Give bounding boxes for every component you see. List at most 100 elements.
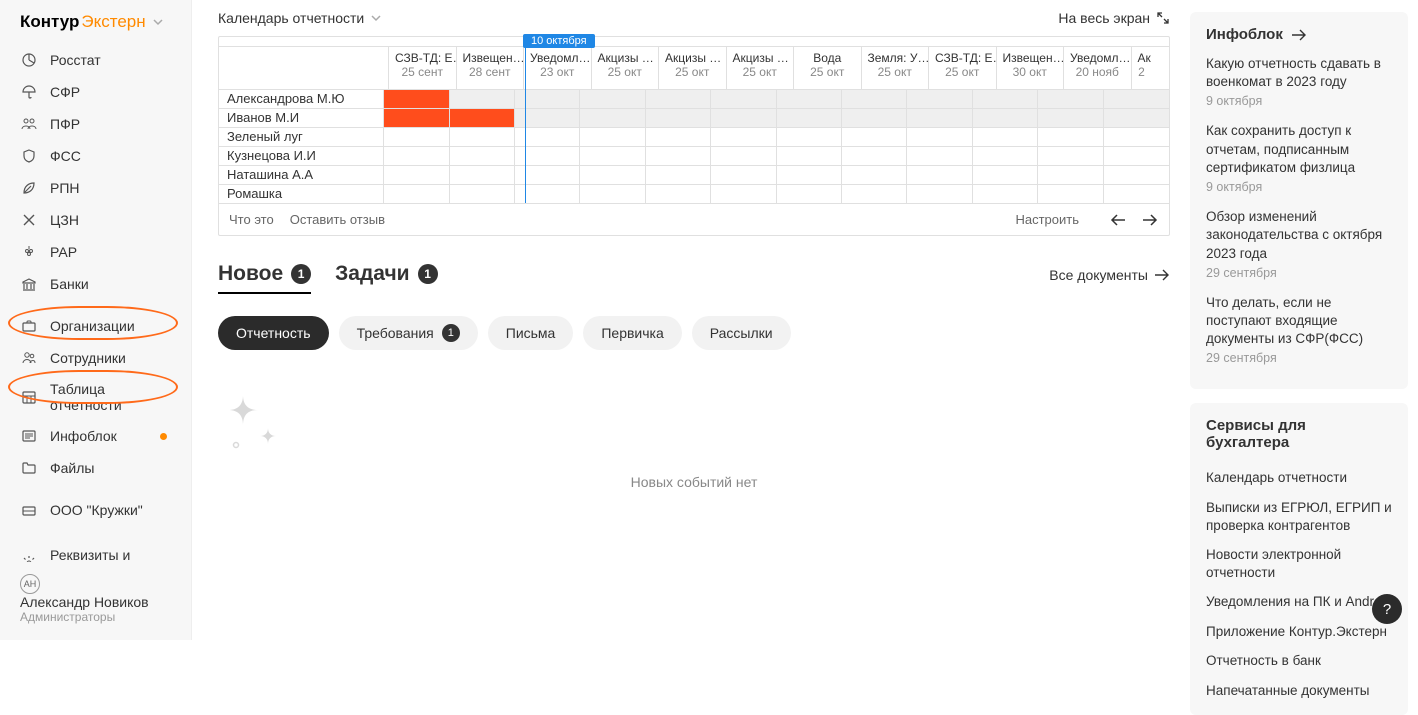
what-is-link[interactable]: Что это (229, 212, 274, 227)
grapes-icon (20, 243, 38, 261)
right-column: Инфоблок Какую отчетность сдавать в воен… (1190, 0, 1418, 640)
tab-count-badge: 1 (291, 264, 311, 284)
notification-dot (160, 433, 167, 440)
nav-sfr[interactable]: СФР (0, 76, 191, 108)
chevron-down-icon (152, 16, 164, 28)
service-link[interactable]: Напечатанные документы (1206, 676, 1392, 706)
nav-pfr[interactable]: ПФР (0, 108, 191, 140)
suitcase-icon (20, 501, 38, 519)
nav-label: РПН (50, 180, 80, 196)
user-name: Александр Новиков (20, 594, 149, 610)
nav-settings[interactable]: Реквизиты и настройки (0, 540, 191, 562)
empty-text: Новых событий нет (218, 474, 1170, 490)
nav-current-org[interactable]: ООО "Кружки" (0, 494, 191, 526)
calendar-row: Зеленый луг (219, 127, 1169, 146)
bank-icon (20, 275, 38, 293)
feedback-link[interactable]: Оставить отзыв (290, 212, 385, 227)
nav-infoblock[interactable]: Инфоблок (0, 420, 191, 452)
nav-label: СФР (50, 84, 80, 100)
tools-icon (20, 211, 38, 229)
nav-label: Банки (50, 276, 89, 292)
arrow-right-icon (1154, 269, 1170, 281)
filter-reporting[interactable]: Отчетность (218, 316, 329, 350)
service-link[interactable]: Выписки из ЕГРЮЛ, ЕГРИП и проверка контр… (1206, 493, 1392, 540)
news-item[interactable]: Какую отчетность сдавать в военкомат в 2… (1206, 55, 1392, 108)
filter-badge: 1 (442, 324, 460, 342)
nav-label: Росстат (50, 52, 101, 68)
service-link[interactable]: Календарь отчетности (1206, 463, 1392, 493)
row-name: Наташина А.А (219, 166, 384, 184)
tabs-row: Новое 1 Задачи 1 Все документы (218, 262, 1170, 300)
nav-label: Файлы (50, 460, 94, 476)
calendar-column-header: Извещен…28 сент (457, 47, 525, 89)
calendar-corner (219, 47, 389, 89)
chevron-down-icon (370, 12, 382, 24)
calendar-footer: Что это Оставить отзыв Настроить (219, 203, 1169, 235)
tab-new[interactable]: Новое 1 (218, 262, 311, 294)
logo[interactable]: Контур Экстерн (0, 8, 191, 44)
empty-state: Новых событий нет (218, 350, 1170, 510)
nav-rar[interactable]: РАР (0, 236, 191, 268)
chart-icon (20, 51, 38, 69)
infoblock-card: Инфоблок Какую отчетность сдавать в воен… (1190, 12, 1408, 389)
configure-link[interactable]: Настроить (1015, 212, 1079, 227)
gear-icon (20, 554, 38, 562)
nav-employees[interactable]: Сотрудники (0, 342, 191, 374)
calendar-column-header: Ак2 (1132, 47, 1152, 89)
nav-files[interactable]: Файлы (0, 452, 191, 484)
nav-label: Организации (50, 318, 135, 334)
nav-label: Инфоблок (50, 428, 117, 444)
calendar-column-header: Извещен…30 окт (997, 47, 1065, 89)
filter-mailings[interactable]: Рассылки (692, 316, 791, 350)
filter-primary[interactable]: Первичка (583, 316, 681, 350)
calendar-title-dropdown[interactable]: Календарь отчетности (218, 10, 382, 26)
user-role: Администраторы (20, 610, 149, 624)
infoblock-title[interactable]: Инфоблок (1206, 26, 1392, 43)
service-link[interactable]: Новости электронной отчетности (1206, 540, 1392, 587)
nav-rpn[interactable]: РПН (0, 172, 191, 204)
user-block[interactable]: АН Александр Новиков Администраторы (0, 562, 191, 640)
filter-demands[interactable]: Требования1 (339, 316, 478, 350)
calendar-column-header: Акцизы …25 окт (659, 47, 727, 89)
row-name: Зеленый луг (219, 128, 384, 146)
filter-letters[interactable]: Письма (488, 316, 574, 350)
nav-organizations[interactable]: Организации (0, 310, 191, 342)
tab-tasks[interactable]: Задачи 1 (335, 262, 437, 286)
tab-label: Задачи (335, 262, 409, 286)
nav-label: Сотрудники (50, 350, 126, 366)
calendar-row: Кузнецова И.И (219, 146, 1169, 165)
next-arrow[interactable] (1141, 213, 1159, 227)
sparkle-icon (218, 390, 288, 460)
nav-czn[interactable]: ЦЗН (0, 204, 191, 236)
filter-pills: Отчетность Требования1 Письма Первичка Р… (218, 316, 1170, 350)
nav-label: ФСС (50, 148, 81, 164)
tab-label: Новое (218, 262, 283, 286)
services-card: Сервисы для бухгалтера Календарь отчетно… (1190, 403, 1408, 715)
all-documents-link[interactable]: Все документы (1049, 267, 1170, 283)
calendar-grid-icon (20, 388, 38, 406)
prev-arrow[interactable] (1109, 213, 1127, 227)
umbrella-icon (20, 83, 38, 101)
nav-fss[interactable]: ФСС (0, 140, 191, 172)
leaf-icon (20, 179, 38, 197)
row-name: Кузнецова И.И (219, 147, 384, 165)
fullscreen-button[interactable]: На весь экран (1058, 10, 1170, 26)
service-link[interactable]: Приложение Контур.Экстерн (1206, 617, 1392, 647)
services-title: Сервисы для бухгалтера (1206, 417, 1392, 451)
service-link[interactable]: Уведомления на ПК и Android (1206, 587, 1392, 617)
nav-report-table[interactable]: Таблица отчетности (0, 374, 191, 420)
main-content: Календарь отчетности На весь экран 10 ок… (192, 0, 1190, 640)
news-item[interactable]: Как сохранить доступ к отчетам, подписан… (1206, 122, 1392, 194)
briefcase-icon (20, 317, 38, 335)
nav-rosstat[interactable]: Росстат (0, 44, 191, 76)
news-item[interactable]: Что делать, если не поступают входящие д… (1206, 294, 1392, 366)
help-button[interactable]: ? (1372, 594, 1402, 624)
service-link[interactable]: Отчетность в банк (1206, 646, 1392, 676)
calendar-row: Александрова М.Ю (219, 89, 1169, 108)
row-name: Ромашка (219, 185, 384, 203)
nav-banks[interactable]: Банки (0, 268, 191, 300)
nav-label: Реквизиты и настройки (50, 547, 171, 562)
news-item[interactable]: Обзор изменений законодательства с октяб… (1206, 208, 1392, 280)
expand-icon (1156, 11, 1170, 25)
calendar-column-header: Земля: У…25 окт (862, 47, 930, 89)
